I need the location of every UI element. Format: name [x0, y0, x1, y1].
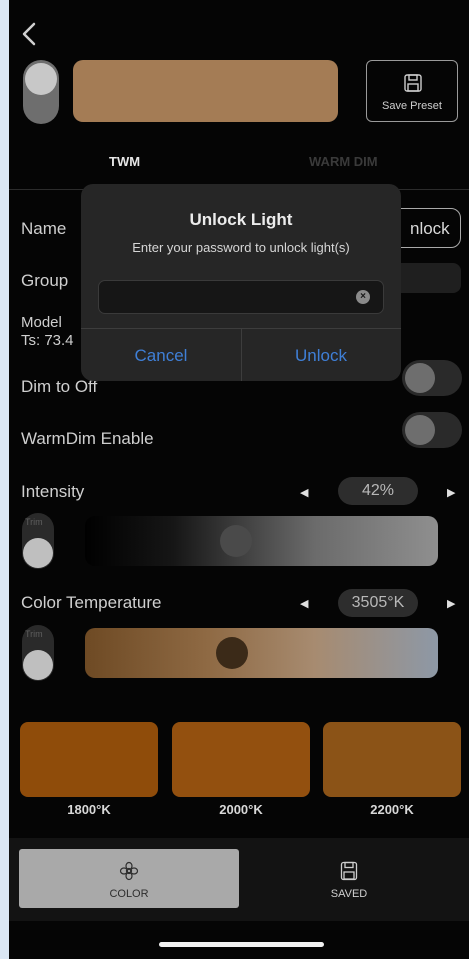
color-temperature-slider[interactable]	[85, 628, 438, 678]
ct-decrease-arrow-icon[interactable]: ◀	[300, 597, 308, 610]
intensity-label: Intensity	[21, 482, 85, 501]
dim-to-off-switch[interactable]	[402, 360, 462, 396]
warmdim-enable-label: WarmDim Enable	[21, 429, 154, 448]
color-preview-bar	[73, 60, 338, 122]
intensity-trim-knob	[23, 538, 53, 568]
unlock-confirm-button[interactable]: Unlock	[241, 346, 401, 366]
preset-label-2000k: 2000°K	[219, 802, 263, 817]
nav-color-label: COLOR	[109, 888, 149, 900]
nav-saved-label: SAVED	[330, 888, 368, 900]
warmdim-enable-switch[interactable]	[402, 412, 462, 448]
intensity-trim-toggle[interactable]: Trim	[22, 513, 54, 569]
ct-increase-arrow-icon[interactable]: ▶	[447, 597, 455, 610]
intensity-slider[interactable]	[85, 516, 438, 566]
dialog-title: Unlock Light	[189, 210, 293, 229]
power-toggle[interactable]	[23, 60, 59, 124]
save-icon	[340, 861, 358, 881]
flower-icon	[119, 861, 139, 881]
preset-label-1800k: 1800°K	[67, 802, 111, 817]
clear-input-icon[interactable]: ×	[356, 290, 370, 304]
color-temperature-label: Color Temperature	[21, 593, 162, 612]
intensity-trim-label: Trim	[25, 517, 43, 527]
preset-label-2200k: 2200°K	[370, 802, 414, 817]
color-temperature-slider-thumb[interactable]	[216, 637, 248, 669]
intensity-decrease-arrow-icon[interactable]: ◀	[300, 486, 308, 499]
ts-label: Ts: 73.4	[21, 332, 74, 349]
phone-screen: Save Preset TWM WARM DIM Name nlock Grou…	[9, 0, 469, 959]
ct-value: 3505°K	[338, 589, 418, 617]
ct-trim-knob	[23, 650, 53, 680]
dim-to-off-switch-knob	[405, 363, 435, 393]
preset-swatch-2200k[interactable]	[323, 722, 461, 797]
save-preset-label: Save Preset	[382, 100, 442, 112]
dialog-message: Enter your password to unlock light(s)	[132, 240, 350, 255]
preset-swatch-2000k[interactable]	[172, 722, 310, 797]
password-input-overlay: ×	[98, 280, 384, 314]
ct-trim-label: Trim	[25, 629, 43, 639]
save-preset-button[interactable]: Save Preset	[366, 60, 458, 122]
power-toggle-knob	[25, 63, 57, 95]
home-indicator	[159, 942, 324, 947]
nav-color-button[interactable]: COLOR	[19, 849, 239, 908]
dim-to-off-label: Dim to Off	[21, 377, 98, 396]
intensity-slider-thumb[interactable]	[220, 525, 252, 557]
model-label: Model	[21, 314, 62, 331]
back-arrow-icon[interactable]	[18, 20, 40, 48]
preset-swatch-1800k[interactable]	[20, 722, 158, 797]
unlock-light-dialog: Unlock Light Enter your password to unlo…	[81, 184, 401, 381]
tab-twm[interactable]: TWM	[109, 154, 140, 169]
group-label: Group	[21, 271, 69, 290]
warmdim-enable-switch-knob	[405, 415, 435, 445]
save-icon	[404, 74, 422, 92]
nav-saved-button[interactable]: SAVED	[299, 858, 399, 908]
name-label: Name	[21, 219, 67, 238]
intensity-value: 42%	[338, 477, 418, 505]
tab-warm-dim[interactable]: WARM DIM	[309, 154, 378, 169]
cancel-button[interactable]: Cancel	[81, 346, 241, 366]
intensity-increase-arrow-icon[interactable]: ▶	[447, 486, 455, 499]
ct-trim-toggle[interactable]: Trim	[22, 625, 54, 681]
